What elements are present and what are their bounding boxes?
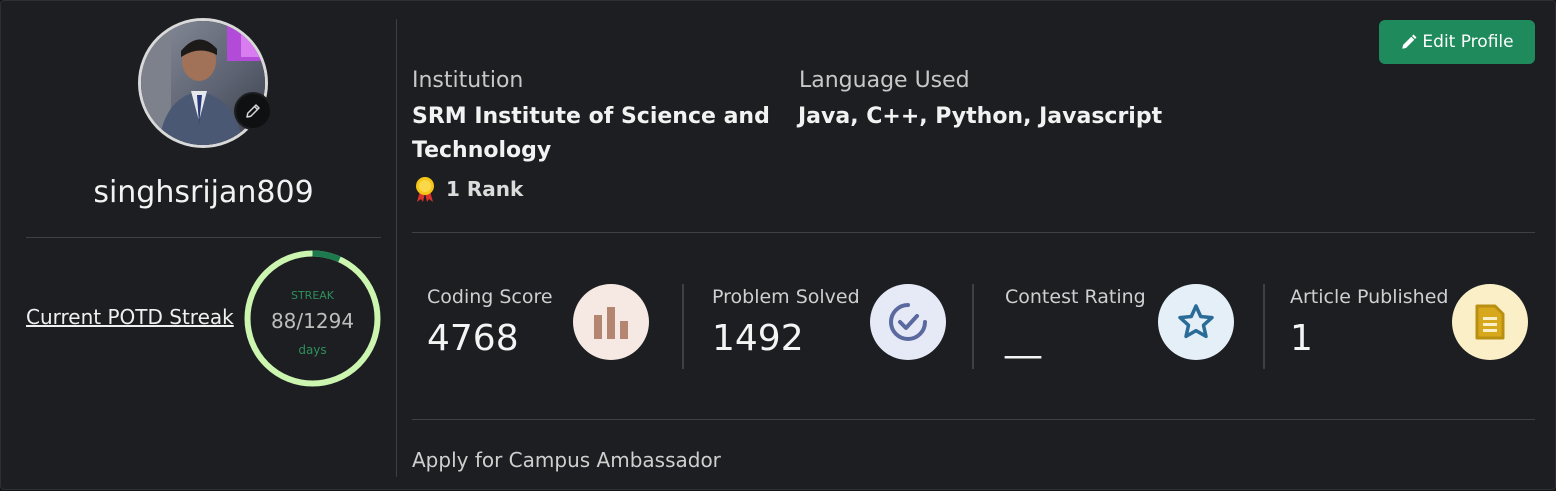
stat-value: 1492 (712, 318, 804, 359)
column-divider (396, 19, 397, 477)
stat-articles-published: Article Published 1 (1290, 284, 1528, 369)
stat-icon-circle (870, 284, 946, 360)
streak-ring: STREAK 88/1294 days (243, 249, 382, 388)
stat-problems-solved: Problem Solved 1492 (712, 284, 946, 369)
language-value: Java, C++, Python, Javascript (798, 104, 1163, 129)
bar-chart-icon (594, 307, 628, 339)
star-icon (1178, 304, 1214, 339)
stat-icon-circle (1158, 284, 1234, 360)
stat-separator (1263, 284, 1265, 369)
profile-card: singhsrijan809 Current POTD Streak STREA… (0, 0, 1556, 490)
username: singhsrijan809 (93, 175, 314, 210)
institution-value-line2: Technology (412, 138, 552, 163)
streak-total: /1294 (296, 309, 355, 333)
campus-ambassador-link[interactable]: Apply for Campus Ambassador (412, 448, 721, 472)
stat-label: Article Published (1290, 286, 1449, 308)
pencil-icon (1402, 34, 1417, 49)
potd-streak-link[interactable]: Current POTD Streak (26, 305, 234, 329)
institution-value-line1: SRM Institute of Science and (412, 104, 770, 129)
language-label: Language Used (799, 68, 970, 93)
stat-coding-score: Coding Score 4768 (427, 284, 649, 369)
divider (26, 237, 381, 238)
document-icon (1475, 304, 1505, 340)
stat-label: Problem Solved (712, 286, 860, 308)
streak-label: STREAK (290, 289, 335, 302)
stat-value: __ (1005, 318, 1041, 359)
profile-sidebar: singhsrijan809 Current POTD Streak STREA… (1, 1, 397, 491)
edit-profile-label: Edit Profile (1422, 32, 1514, 52)
stat-separator (972, 284, 974, 369)
streak-unit: days (298, 343, 327, 357)
stat-label: Coding Score (427, 286, 553, 308)
streak-count: 88/1294 (243, 309, 382, 333)
stat-separator (682, 284, 684, 369)
divider (412, 232, 1535, 233)
medal-icon (416, 177, 434, 202)
rank-text: 1 Rank (446, 177, 524, 201)
stat-value: 4768 (427, 318, 519, 359)
stat-label: Contest Rating (1005, 286, 1146, 308)
check-circle-icon (889, 303, 927, 341)
stat-value: 1 (1290, 318, 1313, 359)
edit-avatar-button[interactable] (234, 92, 272, 130)
pencil-icon (246, 104, 260, 118)
streak-text: STREAK 88/1294 days (243, 249, 382, 388)
avatar-container (138, 18, 272, 150)
stat-contest-rating: Contest Rating __ (1005, 284, 1234, 369)
streak-current: 88 (270, 309, 297, 333)
divider (412, 419, 1535, 420)
stat-icon-circle (1452, 284, 1528, 360)
edit-profile-button[interactable]: Edit Profile (1379, 20, 1535, 64)
stat-icon-circle (573, 284, 649, 360)
rank-badge: 1 Rank (412, 175, 523, 203)
institution-label: Institution (412, 68, 524, 93)
